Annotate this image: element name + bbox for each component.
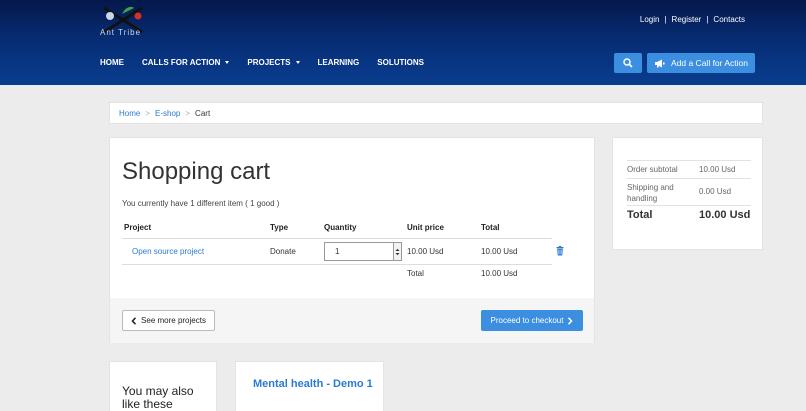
search-button[interactable] xyxy=(614,53,642,73)
nav-item-calls-for-action[interactable]: CALLS FOR ACTION xyxy=(142,58,230,67)
proceed-to-checkout-button[interactable]: Proceed to checkout xyxy=(481,310,583,331)
see-more-label: See more projects xyxy=(141,316,206,325)
nav-item-learning[interactable]: LEARNING xyxy=(318,58,360,67)
column-header-type: Type xyxy=(270,223,289,232)
cart-footer: See more projects Proceed to checkout xyxy=(110,298,594,343)
nav-item-solutions[interactable]: SOLUTIONS xyxy=(377,58,424,67)
site-header: Ant Tribe Login | Register | Contacts HO… xyxy=(0,0,806,85)
caret-down-icon xyxy=(225,61,230,64)
cart-total-value: 10.00 Usd xyxy=(481,269,518,278)
separator: | xyxy=(664,15,667,24)
register-link[interactable]: Register xyxy=(672,15,702,24)
column-header-unit-price: Unit price xyxy=(407,223,444,232)
column-header-total: Total xyxy=(481,223,500,232)
breadcrumb-current: Cart xyxy=(195,108,211,118)
caret-down-icon xyxy=(295,61,300,64)
nav-label: SOLUTIONS xyxy=(377,58,424,67)
main-nav: HOME CALLS FOR ACTION PROJECTS LEARNING … xyxy=(100,58,442,67)
cart-summary-text: You currently have 1 different item ( 1 … xyxy=(122,199,280,208)
divider xyxy=(122,264,552,265)
recommendations-title: You may also like these xyxy=(122,384,194,411)
breadcrumb-eshop[interactable]: E-shop xyxy=(155,109,180,118)
project-card[interactable]: Mental health - Demo 1 xyxy=(235,361,384,411)
breadcrumb-home[interactable]: Home xyxy=(119,109,140,118)
breadcrumb-separator: > xyxy=(145,108,151,118)
separator: | xyxy=(706,15,709,24)
nav-label: CALLS FOR ACTION xyxy=(142,58,221,67)
recommendations-card: You may also like these xyxy=(109,361,217,411)
page-title: Shopping cart xyxy=(122,158,271,185)
shipping-label: Shipping and handling xyxy=(627,183,674,203)
add-call-for-action-button[interactable]: Add a Call for Action xyxy=(647,53,755,73)
cart-total-label: Total xyxy=(407,269,424,278)
column-header-project: Project xyxy=(124,223,152,232)
nav-label: PROJECTS xyxy=(247,58,291,67)
quantity-select[interactable]: 1 xyxy=(324,242,402,261)
divider xyxy=(627,178,751,179)
order-total-value: 10.00 Usd xyxy=(699,209,751,221)
cart-item-unit-price: 10.00 Usd xyxy=(407,247,444,256)
checkout-label: Proceed to checkout xyxy=(490,316,564,325)
select-arrow-icon[interactable] xyxy=(393,242,402,261)
search-icon xyxy=(623,58,633,68)
nav-label: HOME xyxy=(100,58,124,67)
nav-label: LEARNING xyxy=(317,58,360,67)
contacts-link[interactable]: Contacts xyxy=(713,15,745,24)
divider xyxy=(627,205,751,206)
quantity-value: 1 xyxy=(335,247,340,256)
divider xyxy=(122,238,552,239)
login-link[interactable]: Login xyxy=(640,15,660,24)
breadcrumb-separator: > xyxy=(185,108,191,118)
shopping-cart-panel: Shopping cart You currently have 1 diffe… xyxy=(109,137,595,343)
order-summary-panel: Order subtotal 10.00 Usd Shipping and ha… xyxy=(612,137,763,250)
logo-text: Ant Tribe xyxy=(100,28,142,37)
updown-arrow-icon xyxy=(395,248,400,255)
see-more-projects-button[interactable]: See more projects xyxy=(122,310,215,331)
order-subtotal-value: 10.00 Usd xyxy=(699,165,736,174)
order-subtotal-label: Order subtotal xyxy=(627,165,678,174)
order-total-label: Total xyxy=(627,209,653,221)
trash-icon[interactable] xyxy=(556,246,564,256)
breadcrumb: Home > E-shop > Cart xyxy=(109,102,763,124)
chevron-left-icon xyxy=(131,316,137,325)
project-card-title[interactable]: Mental health - Demo 1 xyxy=(253,378,373,390)
megaphone-icon xyxy=(654,59,665,67)
cart-item-project-link[interactable]: Open source project xyxy=(132,247,204,256)
nav-item-home[interactable]: HOME xyxy=(100,58,124,67)
column-header-quantity: Quantity xyxy=(324,223,357,232)
shipping-value: 0.00 Usd xyxy=(699,187,732,196)
cfa-label: Add a Call for Action xyxy=(670,58,748,68)
cart-item-total: 10.00 Usd xyxy=(481,247,518,256)
chevron-right-icon xyxy=(568,316,573,325)
top-links: Login | Register | Contacts xyxy=(640,15,745,24)
divider xyxy=(627,160,751,161)
cart-item-type: Donate xyxy=(270,247,296,256)
nav-item-projects[interactable]: PROJECTS xyxy=(247,58,300,67)
